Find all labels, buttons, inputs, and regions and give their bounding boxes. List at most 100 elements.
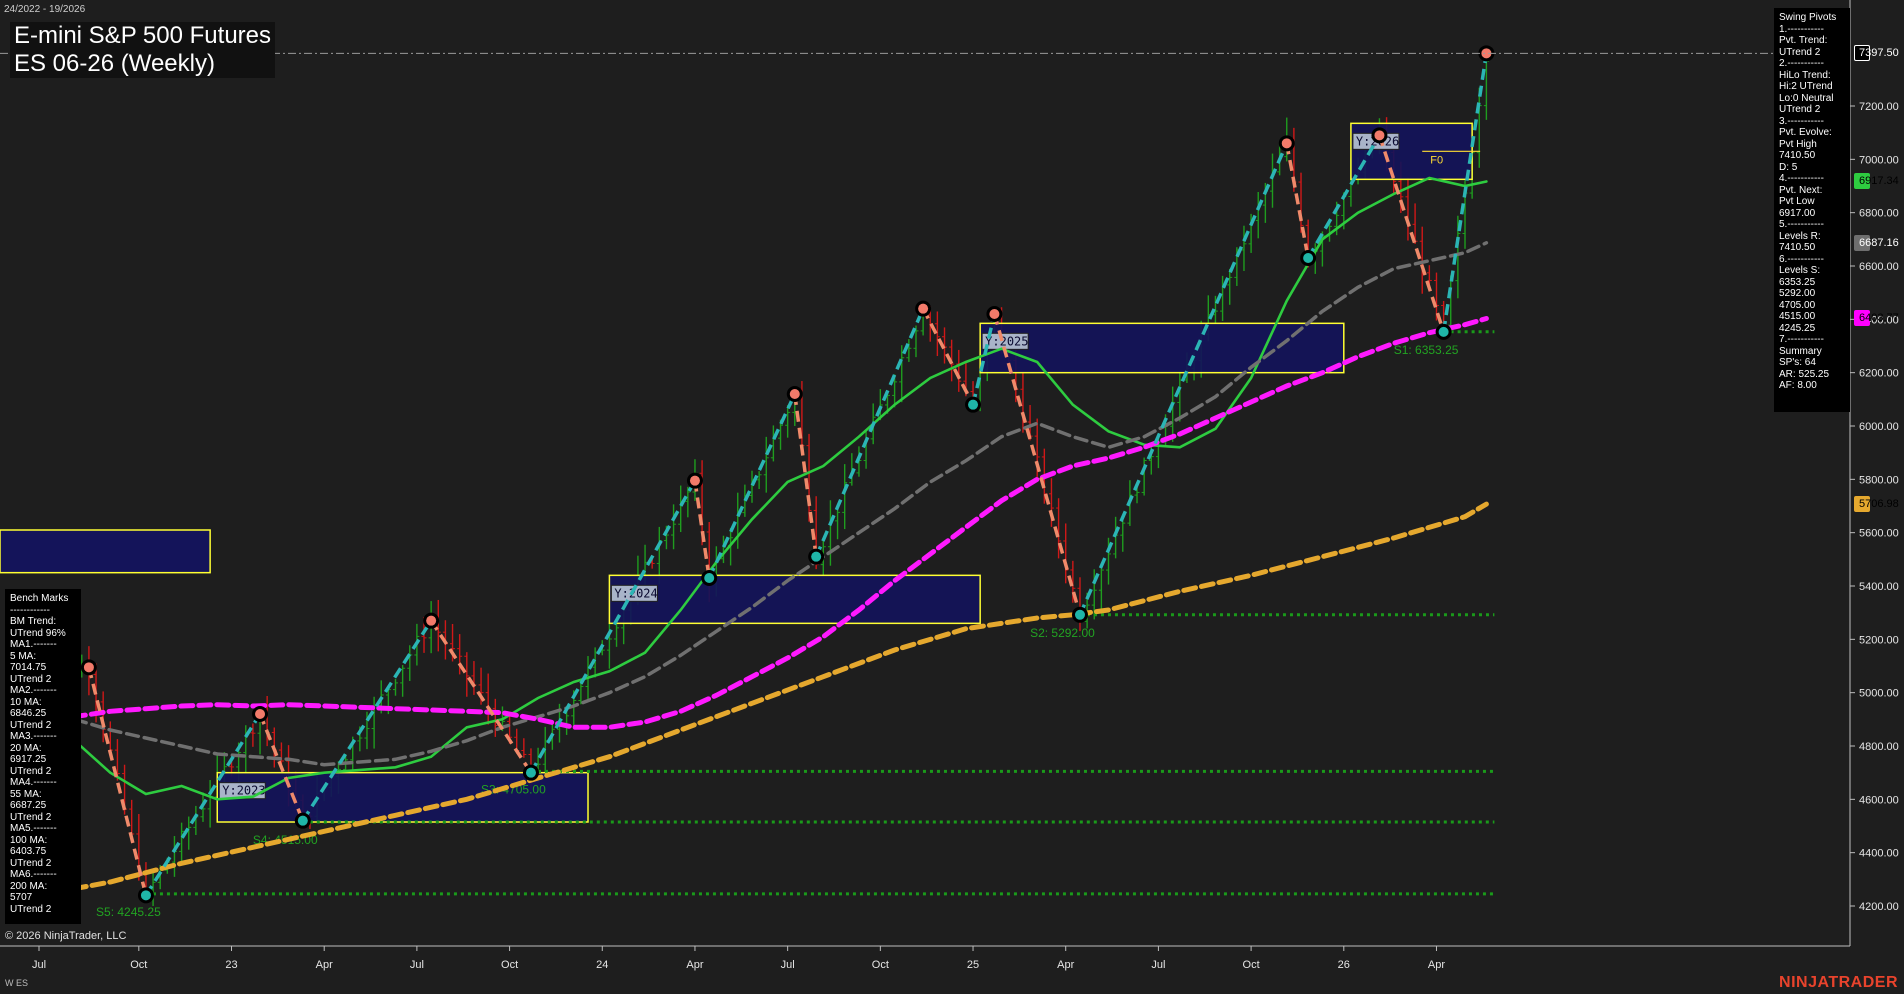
panel-line: MA6.------- xyxy=(10,869,57,880)
panel-line: 2.----------- xyxy=(1779,58,1824,69)
panel-line: 20 MA: xyxy=(10,742,42,754)
panel-line: AF: 8.00 xyxy=(1779,380,1817,391)
panel-line: 3.----------- xyxy=(1779,115,1824,127)
swing-line xyxy=(1306,134,1381,259)
year-box xyxy=(608,574,981,625)
panel-line: Swing Pivots xyxy=(1779,12,1837,23)
y-tick-label: 6600.00 xyxy=(1859,261,1899,273)
panel-line: 6687.25 xyxy=(10,800,47,811)
y-tick-label: 6800.00 xyxy=(1859,208,1899,220)
support-label: S2: 5292.00 xyxy=(1030,626,1095,640)
x-tick-label: 24 xyxy=(596,959,608,971)
panel-line: MA4.------- xyxy=(10,777,57,788)
panel-line: Summary xyxy=(1779,345,1822,357)
panel-line: 6.----------- xyxy=(1779,253,1824,265)
y-tick-label: 5600.00 xyxy=(1859,528,1899,540)
x-tick-label: Apr xyxy=(1057,959,1074,971)
x-tick-label: Oct xyxy=(501,959,518,971)
swing-line xyxy=(1285,143,1310,259)
y-tick-label: 7000.00 xyxy=(1859,154,1899,166)
year-box xyxy=(979,322,1345,374)
panel-line: Pvt. Trend: xyxy=(1779,35,1828,46)
chart-title: E-mini S&P 500 Futures ES 06-26 (Weekly) xyxy=(10,22,276,78)
panel-line: Lo:0 Neutral xyxy=(1779,92,1834,104)
pivot-marker-core xyxy=(255,709,266,719)
panel-line: Levels S: xyxy=(1779,265,1821,276)
year-box-label: Y:2023 xyxy=(222,784,265,798)
panel-line: UTrend 2 xyxy=(10,811,52,823)
panel-line: 5292.00 xyxy=(1779,288,1816,299)
panel-line: Pvt. Next: xyxy=(1779,184,1823,196)
panel-line: 4705.00 xyxy=(1779,299,1816,311)
price-tag: 6687.16 xyxy=(1854,234,1899,251)
panel-line: BM Trend: xyxy=(10,616,57,627)
x-tick-label: Apr xyxy=(686,959,703,971)
swing-line xyxy=(429,619,533,774)
x-tick-label: Oct xyxy=(130,959,147,971)
swing-line xyxy=(1078,142,1289,616)
panel-line: HiLo Trend: xyxy=(1779,69,1831,81)
y-tick-label: 6000.00 xyxy=(1859,421,1899,433)
y-tick-label: 4800.00 xyxy=(1859,741,1899,753)
panel-line: 6403.75 xyxy=(10,846,47,857)
pivot-marker-core xyxy=(989,309,1000,319)
panel-line: 1.----------- xyxy=(1779,23,1824,35)
chart-title-line2: ES 06-26 (Weekly) xyxy=(14,50,215,77)
y-tick-label: 7200.00 xyxy=(1859,101,1899,113)
swing-line xyxy=(87,666,148,896)
y-tick-label: 5200.00 xyxy=(1859,634,1899,646)
f0-label: F0 xyxy=(1430,154,1443,166)
pivot-marker-core xyxy=(1074,609,1085,620)
pivot-marker-core xyxy=(1438,326,1449,337)
panel-line: MA3.------- xyxy=(10,731,57,742)
moving-average-ma_55 xyxy=(37,241,1489,767)
panel-line: Bench Marks xyxy=(10,593,69,604)
panel-line: 5 MA: xyxy=(10,650,37,662)
x-tick-label: Jul xyxy=(32,959,46,971)
x-tick-label: Jul xyxy=(1151,959,1165,971)
panel-line: Pvt. Evolve: xyxy=(1779,127,1832,138)
panel-line: 6353.25 xyxy=(1779,276,1816,288)
panel-line: D: 5 xyxy=(1779,161,1798,173)
panel-line: 7.----------- xyxy=(1779,334,1824,345)
panel-line: SP's: 64 xyxy=(1779,357,1816,368)
pivot-marker-core xyxy=(297,815,308,826)
x-tick-label: Oct xyxy=(1243,959,1260,971)
panel-line: Levels R: xyxy=(1779,230,1821,242)
panel-line: 10 MA: xyxy=(10,696,42,708)
panel-line: 7410.50 xyxy=(1779,150,1816,161)
panel-line: 5.----------- xyxy=(1779,219,1824,230)
panel-line: 6846.25 xyxy=(10,708,47,719)
panel-line: 6917.00 xyxy=(1779,207,1816,219)
x-tick-label: Jul xyxy=(781,959,795,971)
support-label: S1: 6353.25 xyxy=(1394,343,1459,357)
x-tick-label: Apr xyxy=(316,959,333,971)
panel-line: MA5.------- xyxy=(10,823,57,834)
pivot-marker-core xyxy=(525,767,536,778)
panel-line: 200 MA: xyxy=(10,880,48,892)
panel-line: Pvt High xyxy=(1779,138,1817,150)
panel-line: MA1.------- xyxy=(10,639,57,650)
price-chart[interactable]: Y:2023Y:2024Y:2025Y:2026F0 S1: 6353.25S2… xyxy=(0,0,1904,994)
panel-line: 4.----------- xyxy=(1779,173,1824,184)
panel-line: 5707 xyxy=(10,892,33,903)
panel-line: 4245.25 xyxy=(1779,322,1816,334)
pivot-marker-core xyxy=(1374,130,1385,141)
price-tag: 7397.50 xyxy=(1854,45,1899,62)
panel-line: ------------ xyxy=(10,604,50,616)
pivot-marker-core xyxy=(426,615,437,626)
panel-line: 100 MA: xyxy=(10,834,48,846)
pivot-marker-core xyxy=(789,389,800,399)
axes: 4200.00 4400.00 4600.00 4800.00 5000.00 5200.… xyxy=(0,0,1899,971)
x-tick-label: Apr xyxy=(1428,959,1445,971)
swing-line xyxy=(1441,53,1489,333)
price-tag: 6403.77 xyxy=(1854,310,1899,327)
y-tick-label: 4200.00 xyxy=(1859,901,1899,913)
x-tick-label: Jul xyxy=(410,959,424,971)
panel-line: UTrend 2 xyxy=(10,673,52,685)
pivot-marker-core xyxy=(968,399,979,410)
pivot-marker-core xyxy=(140,890,151,901)
pivot-marker-core xyxy=(811,551,822,562)
swing-line xyxy=(814,307,925,558)
pivot-marker-core xyxy=(918,303,929,314)
